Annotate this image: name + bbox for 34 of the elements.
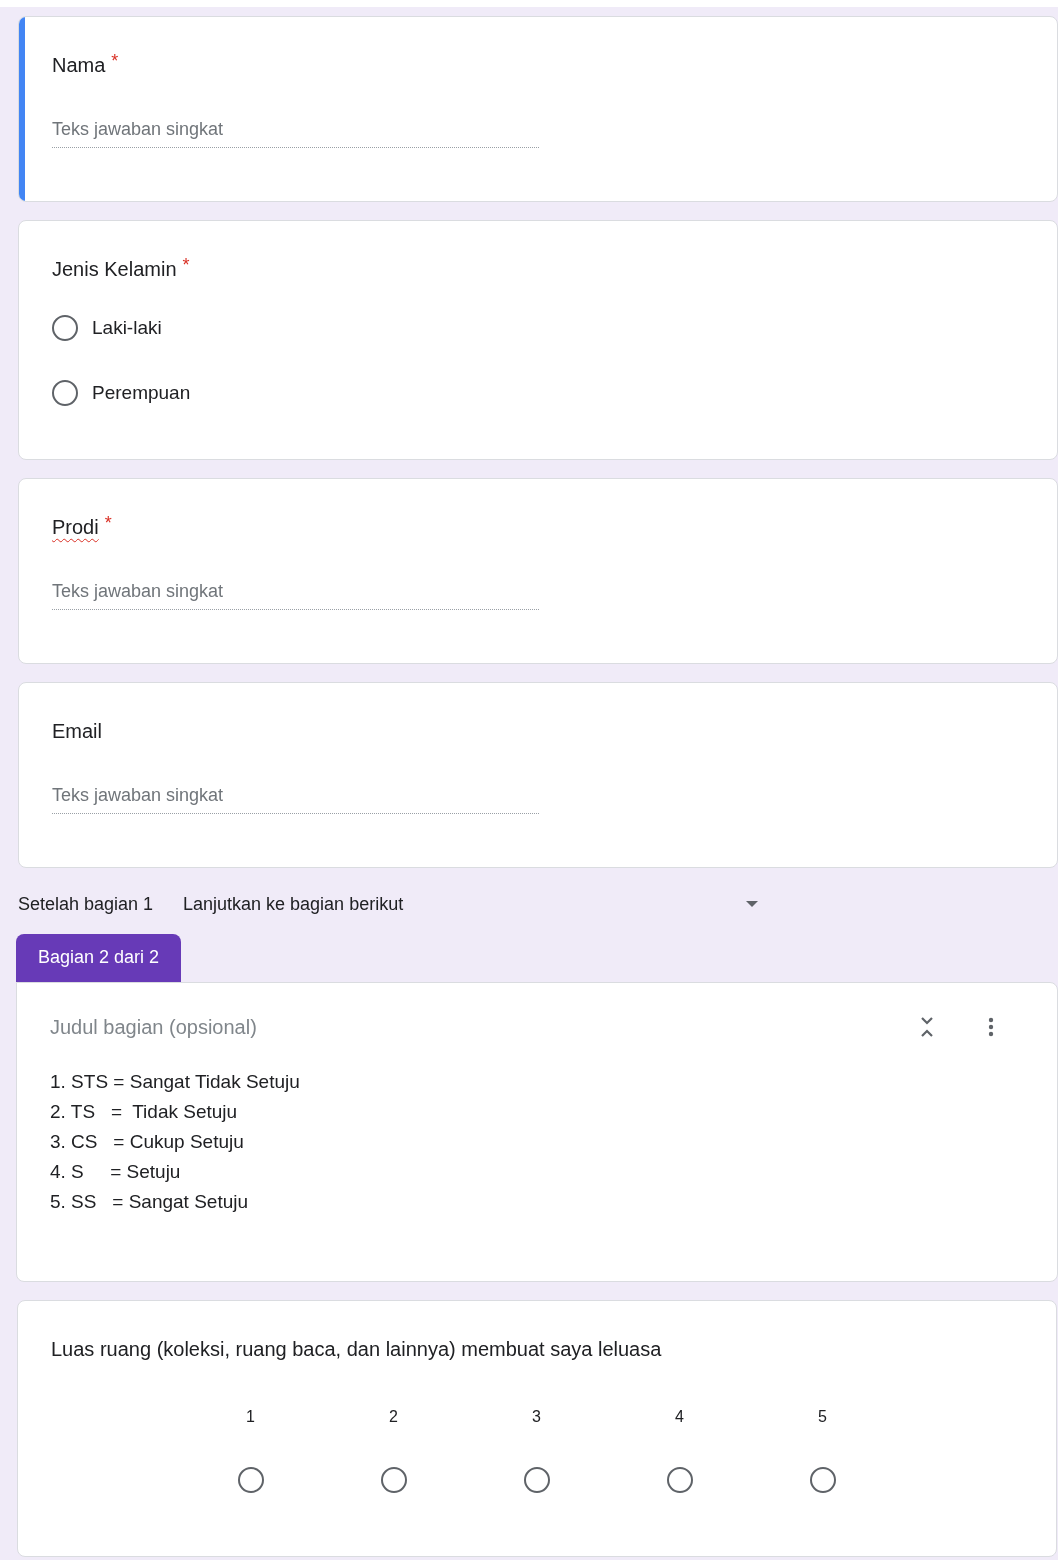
scale-label: 5 (818, 1407, 827, 1427)
question-title: Email (52, 719, 102, 744)
scale-label: 4 (675, 1407, 684, 1427)
radio-button[interactable] (666, 1467, 693, 1493)
scale-label: 2 (389, 1407, 398, 1427)
radio-button[interactable] (52, 314, 78, 341)
radio-button[interactable] (380, 1467, 407, 1493)
question-title: Prodi (52, 515, 99, 540)
radio-button[interactable] (237, 1467, 264, 1493)
description-line: 2. TS = Tidak Setuju (50, 1100, 239, 1124)
scale-label: 3 (532, 1407, 541, 1427)
radio-button[interactable] (523, 1467, 550, 1493)
caret-icon (746, 901, 758, 907)
question-title: Luas ruang (koleksi, ruang baca, dan lainnya) membuat saya leluasa (51, 1337, 662, 1362)
radio-button[interactable] (52, 379, 78, 406)
option-label: Laki-laki (92, 316, 162, 339)
section-title-field[interactable]: Judul bagian (opsional) (50, 1015, 875, 1039)
short-answer-field[interactable]: Teks jawaban singkat (52, 777, 539, 814)
description-line: 3. CS = Cukup Setuju (50, 1130, 245, 1154)
description-line: 4. S = Setuju (50, 1160, 182, 1184)
description-line: 5. SS = Sangat Setuju (50, 1190, 250, 1214)
navigation-label: Setelah bagian 1 (18, 893, 155, 915)
short-answer-field[interactable]: Teks jawaban singkat (52, 573, 539, 610)
description-line: 1. STS = Sangat Tidak Setuju (50, 1070, 301, 1094)
required-mark: * (104, 513, 112, 533)
section-dropdown[interactable]: Lanjutkan ke bagian berikut (183, 893, 760, 915)
question-title: Jenis Kelamin (52, 257, 177, 282)
required-mark: * (111, 51, 119, 71)
radio-button[interactable] (809, 1467, 836, 1493)
option-label: Perempuan (92, 381, 191, 404)
short-answer-field[interactable]: Teks jawaban singkat (52, 111, 539, 148)
question-title: Nama (52, 53, 106, 78)
scale-label: 1 (246, 1407, 255, 1427)
required-mark: * (182, 255, 190, 275)
